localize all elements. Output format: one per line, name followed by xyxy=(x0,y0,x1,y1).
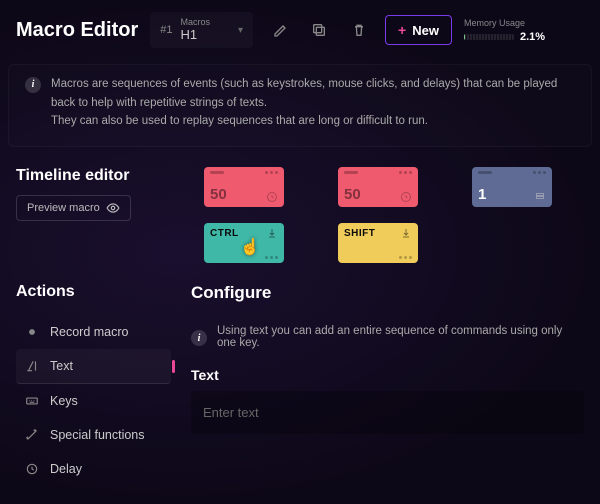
card-key-label: CTRL xyxy=(210,228,239,239)
wand-icon xyxy=(24,428,40,442)
text-input[interactable] xyxy=(191,391,584,434)
timeline-card-repeat[interactable]: 1 xyxy=(472,167,552,207)
actions-title: Actions xyxy=(16,283,171,301)
cursor-icon: ☝ xyxy=(240,237,260,257)
trash-icon xyxy=(351,22,367,38)
macro-number: #1 xyxy=(160,24,172,36)
memory-bar xyxy=(464,34,514,40)
configure-hint: Using text you can add an entire sequenc… xyxy=(217,325,584,349)
key-down-icon xyxy=(400,227,412,239)
intro-panel: i Macros are sequences of events (such a… xyxy=(8,64,592,147)
clock-icon xyxy=(400,191,412,203)
action-keys[interactable]: Keys xyxy=(16,384,171,418)
preview-macro-button[interactable]: Preview macro xyxy=(16,195,131,221)
delete-button[interactable] xyxy=(345,16,373,44)
info-icon: i xyxy=(25,77,41,93)
chevron-down-icon: ▾ xyxy=(238,25,243,36)
macro-selector[interactable]: #1 Macros H1 ▾ xyxy=(150,12,253,48)
action-label: Text xyxy=(50,359,73,373)
intro-line1: Macros are sequences of events (such as … xyxy=(51,75,575,112)
memory-value: 2.1% xyxy=(520,31,545,43)
timeline-title: Timeline editor xyxy=(16,167,131,185)
timeline-card-delay-2[interactable]: 50 xyxy=(338,167,418,207)
card-value: 50 xyxy=(344,186,361,203)
action-record-macro[interactable]: Record macro xyxy=(16,315,171,349)
copy-button[interactable] xyxy=(305,16,333,44)
action-label: Keys xyxy=(50,394,78,408)
memory-label: Memory Usage xyxy=(464,18,545,28)
page-title: Macro Editor xyxy=(16,19,138,42)
text-icon xyxy=(24,359,40,373)
keyboard-icon xyxy=(24,394,40,408)
action-text[interactable]: Text xyxy=(16,349,171,384)
card-value: 1 xyxy=(478,186,486,203)
action-special-functions[interactable]: Special functions xyxy=(16,418,171,452)
eyedropper-icon xyxy=(271,22,287,38)
configure-title: Configure xyxy=(191,283,584,303)
timeline-card-delay-1[interactable]: 50 xyxy=(204,167,284,207)
card-key-label: SHIFT xyxy=(344,228,375,239)
macro-name: H1 xyxy=(181,28,211,42)
copy-icon xyxy=(311,22,327,38)
color-picker-button[interactable] xyxy=(265,16,293,44)
timeline-card-ctrl[interactable]: CTRL ☝ xyxy=(204,223,284,263)
info-icon: i xyxy=(191,330,207,346)
new-macro-button[interactable]: + New xyxy=(385,15,452,45)
clock-icon xyxy=(24,462,40,476)
timeline-card-shift[interactable]: SHIFT xyxy=(338,223,418,263)
action-label: Record macro xyxy=(50,325,129,339)
clock-icon xyxy=(266,191,278,203)
intro-line2: They can also be used to replay sequence… xyxy=(51,112,575,130)
key-down-icon xyxy=(266,227,278,239)
action-label: Special functions xyxy=(50,428,145,442)
card-value: 50 xyxy=(210,186,227,203)
preview-label: Preview macro xyxy=(27,202,100,214)
plus-icon: + xyxy=(398,22,406,38)
record-icon xyxy=(24,325,40,339)
text-field-label: Text xyxy=(191,367,584,383)
action-label: Delay xyxy=(50,462,82,476)
memory-usage: Memory Usage 2.1% xyxy=(464,18,545,43)
action-delay[interactable]: Delay xyxy=(16,452,171,486)
eye-icon xyxy=(106,201,120,215)
new-button-label: New xyxy=(412,23,439,38)
stack-icon xyxy=(534,191,546,203)
